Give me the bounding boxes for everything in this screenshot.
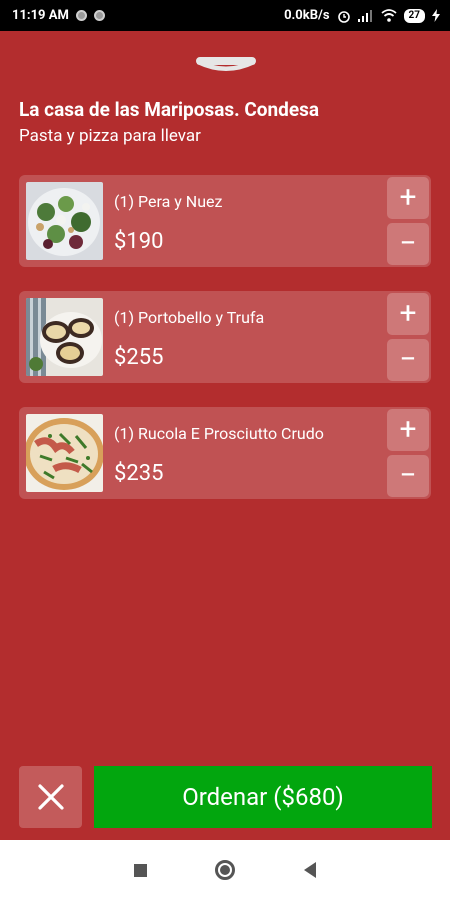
pizza-photo: [26, 414, 103, 492]
restaurant-name: La casa de las Mariposas. Condesa: [19, 98, 320, 121]
collapse-handle-icon[interactable]: [194, 54, 258, 74]
network-speed: 0.0kB/s: [284, 8, 330, 23]
status-bar: 11:19 AM 0.0kB/s 27: [0, 0, 450, 31]
cart-item: (1) Pera y Nuez $190 + −: [19, 175, 431, 267]
item-price: $190: [114, 229, 164, 254]
item-name: (1) Pera y Nuez: [114, 192, 223, 211]
home-icon[interactable]: [215, 860, 236, 880]
recent-apps-icon[interactable]: [134, 863, 148, 877]
salad-photo: [26, 182, 103, 260]
status-time: 11:19 AM: [12, 8, 69, 23]
wifi-icon: [380, 9, 397, 22]
close-cart-button[interactable]: [19, 766, 82, 828]
decrease-quantity-button[interactable]: −: [387, 223, 429, 265]
alarm-icon: [337, 10, 350, 23]
increase-quantity-button[interactable]: +: [387, 177, 429, 219]
portobello-photo: [26, 298, 103, 376]
notification-icon: [93, 10, 105, 21]
decrease-quantity-button[interactable]: −: [387, 455, 429, 497]
cart-screen: 11:19 AM 0.0kB/s 27 La casa de las Marip…: [0, 0, 450, 900]
increase-quantity-button[interactable]: +: [387, 293, 429, 335]
notification-icon: [75, 10, 87, 21]
cart-item: (1) Portobello y Trufa $255 + −: [19, 291, 431, 383]
item-price: $235: [114, 461, 164, 486]
charging-icon: [432, 9, 440, 22]
item-name: (1) Portobello y Trufa: [114, 308, 265, 327]
order-button[interactable]: Ordenar ($680): [94, 766, 432, 828]
battery-icon: 27: [403, 8, 425, 23]
restaurant-subtitle: Pasta y pizza para llevar: [19, 126, 201, 146]
cart-item: (1) Rucola E Prosciutto Crudo $235 + −: [19, 407, 431, 499]
navigation-bar: [0, 840, 450, 900]
item-name: (1) Rucola E Prosciutto Crudo: [114, 424, 324, 443]
signal-icon: [357, 9, 372, 22]
decrease-quantity-button[interactable]: −: [387, 339, 429, 381]
increase-quantity-button[interactable]: +: [387, 409, 429, 451]
item-price: $255: [114, 345, 164, 370]
back-icon[interactable]: [303, 862, 316, 878]
close-icon: [37, 784, 64, 810]
